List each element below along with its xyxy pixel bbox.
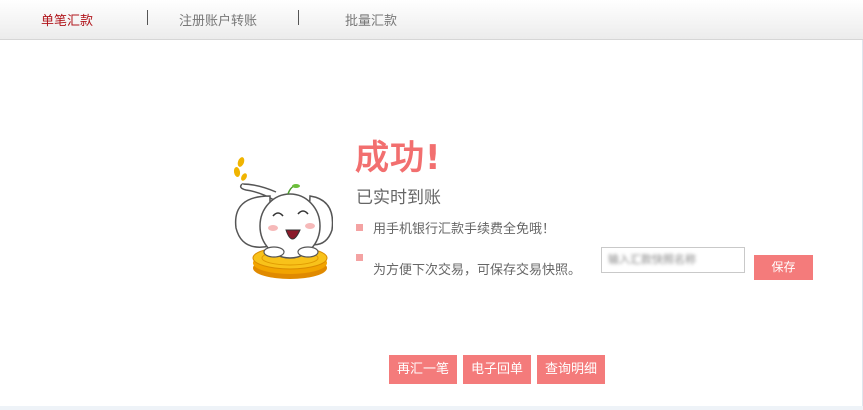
success-subtitle: 已实时到账 — [356, 188, 441, 208]
tab-separator — [298, 10, 299, 25]
panel-bottom-border — [0, 406, 863, 410]
snapshot-name-input[interactable]: 输入汇款快照名称 — [601, 247, 745, 273]
remit-again-button[interactable]: 再汇一笔 — [389, 355, 457, 384]
tab-separator — [147, 10, 148, 25]
query-details-button[interactable]: 查询明细 — [537, 355, 605, 384]
snapshot-tip: 为方便下次交易，可保存交易快照。 — [373, 263, 582, 278]
e-receipt-button[interactable]: 电子回单 — [463, 355, 531, 384]
tab-registered-account-transfer[interactable]: 注册账户转账 — [179, 10, 257, 29]
success-title: 成功! — [355, 138, 442, 178]
tab-single-remittance[interactable]: 单笔汇款 — [41, 10, 93, 29]
save-snapshot-button[interactable]: 保存 — [754, 255, 813, 280]
top-tab-bar: 单笔汇款 注册账户转账 批量汇款 — [0, 0, 863, 40]
elephant-on-coin-icon — [233, 157, 333, 279]
snapshot-name-value: 输入汇款快照名称 — [608, 253, 696, 266]
tip-bullet — [356, 224, 363, 231]
tab-batch-remittance[interactable]: 批量汇款 — [345, 10, 397, 29]
tip-bullet — [356, 254, 363, 261]
fee-free-tip: 用手机银行汇款手续费全免哦！ — [373, 222, 556, 237]
